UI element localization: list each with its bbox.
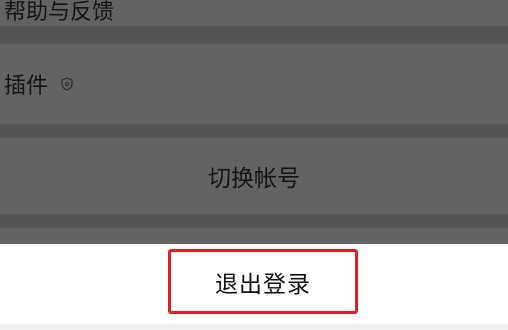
bottom-divider [0, 324, 508, 330]
settings-item-label: 帮助与反馈 [4, 0, 115, 25]
switch-account-label: 切换帐号 [208, 166, 300, 192]
settings-item-help-feedback[interactable]: 帮助与反馈 [0, 0, 508, 26]
switch-account-button[interactable]: 切换帐号 [0, 138, 508, 214]
shield-icon [60, 77, 74, 91]
settings-screen: 帮助与反馈 插件 切换帐号 退出登录 [0, 0, 508, 330]
settings-item-label: 插件 [4, 74, 49, 99]
settings-item-plugins[interactable]: 插件 [0, 44, 508, 124]
settings-list-dimmed: 帮助与反馈 插件 切换帐号 [0, 0, 508, 248]
logout-label: 退出登录 [215, 271, 311, 298]
logout-action-sheet: 退出登录 [0, 244, 508, 324]
logout-button[interactable]: 退出登录 [168, 249, 358, 314]
